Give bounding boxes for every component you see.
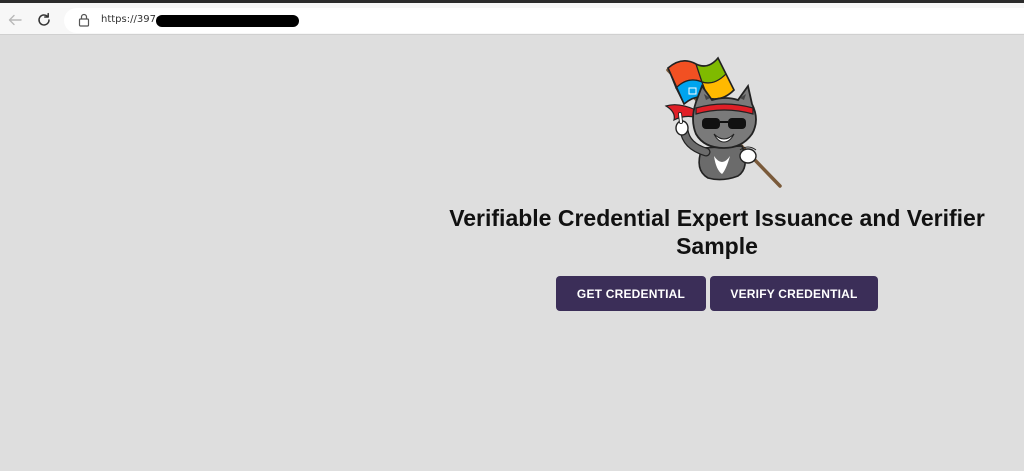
page-title: Verifiable Credential Expert Issuance an…: [449, 205, 985, 259]
lock-icon[interactable]: [78, 13, 90, 27]
address-bar[interactable]: https://397c: [64, 8, 1024, 33]
browser-toolbar: https://397c: [0, 0, 1024, 35]
reload-button[interactable]: [31, 7, 57, 33]
arrow-left-icon: [8, 14, 22, 26]
back-button[interactable]: [2, 7, 28, 33]
verify-credential-button[interactable]: VERIFY CREDENTIAL: [710, 276, 878, 311]
reload-icon: [38, 12, 50, 26]
ninja-cat-logo: [664, 56, 782, 188]
page-content: Verifiable Credential Expert Issuance an…: [0, 36, 1024, 471]
url-text[interactable]: https://397c: [101, 14, 161, 25]
get-credential-button[interactable]: GET CREDENTIAL: [556, 276, 706, 311]
url-redaction: [156, 15, 299, 27]
